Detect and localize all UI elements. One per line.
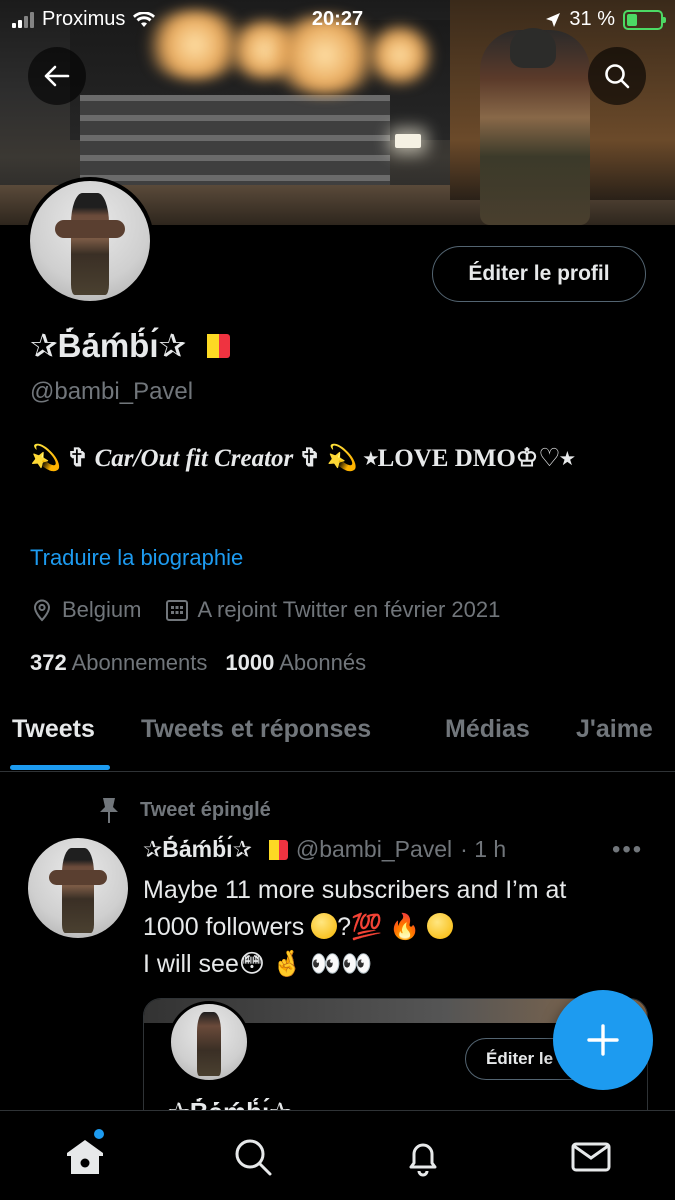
profile-avatar[interactable] <box>26 177 154 305</box>
translate-bio-link[interactable]: Traduire la biographie <box>30 545 243 571</box>
battery-icon <box>623 9 666 30</box>
pin-icon <box>100 798 118 823</box>
compose-tweet-button[interactable] <box>553 990 653 1090</box>
hundred-emoji-icon: 💯 <box>351 913 383 941</box>
home-notification-dot <box>94 1129 104 1139</box>
following-link[interactable]: 372 Abonnements <box>30 650 207 676</box>
flushed-emoji-icon: 😳 <box>238 950 265 978</box>
profile-tabs: Tweets Tweets et réponses Médias J'aime <box>0 700 675 772</box>
tweet-author-name[interactable]: ✰Ḃ́ȧ́ḿḃ́ı́✰ <box>143 836 252 863</box>
tweet-time: · 1 h <box>460 836 507 862</box>
active-tab-indicator <box>10 765 110 770</box>
profile-handle: @bambi_Pavel <box>30 378 194 405</box>
search-icon <box>605 64 630 89</box>
crossed-fingers-emoji-icon: 🤞 <box>271 950 304 978</box>
tab-media[interactable]: Médias <box>445 715 530 744</box>
battery-percent: 31 % <box>569 8 615 30</box>
tweet-more-button[interactable]: ••• <box>612 836 643 864</box>
tweet-author-handle: @bambi_Pavel <box>295 836 453 862</box>
home-icon <box>67 1140 103 1174</box>
location-arrow-icon <box>546 12 561 27</box>
pinned-text: Tweet épinglé <box>140 798 271 821</box>
tweet-line-1: Maybe 11 more subscribers and I’m at <box>143 876 567 904</box>
followers-label: Abonnés <box>279 650 367 675</box>
tweet-line-2-wrap: 1000 followers ?💯 🔥 <box>143 909 643 946</box>
location-text: Belgium <box>62 597 142 622</box>
tab-tweets-replies[interactable]: Tweets et réponses <box>141 715 371 744</box>
arrow-left-icon <box>44 65 70 87</box>
tweet-text: Maybe 11 more subscribers and I’m at 100… <box>143 872 643 983</box>
joined-text: A rejoint Twitter en février 2021 <box>197 597 501 622</box>
nav-search[interactable] <box>231 1135 275 1179</box>
mail-icon <box>571 1142 611 1172</box>
cross-icon: ✞ <box>299 445 321 472</box>
battery-fill <box>627 13 637 26</box>
tweet-line-2: 1000 followers <box>143 913 305 941</box>
bell-icon <box>409 1143 437 1177</box>
back-button[interactable] <box>28 47 86 105</box>
location-pin-icon <box>33 599 51 622</box>
search-button[interactable] <box>588 47 646 105</box>
display-name-text: ✰Ḃ́ȧ́ḿḃ́ı́✰ <box>30 327 187 364</box>
tweet-line-3-wrap: I will see😳 🤞 👀👀 <box>143 946 643 983</box>
tweet-header: ✰Ḃ́ȧ́ḿḃ́ı́✰ @bambi_Pavel · 1 h <box>143 836 506 863</box>
bio-creator-text: Car/Out fit Creator <box>94 445 294 472</box>
profile-bio: 💫 ✞ Car/Out fit Creator ✞ 💫 ⭑LOVE DMO♔♡⭑ <box>30 438 630 480</box>
nav-messages[interactable] <box>569 1135 613 1179</box>
status-bar-right: 31 % <box>545 8 666 31</box>
calendar-icon <box>166 600 189 621</box>
bio-love-text: ⭑LOVE DMO♔♡⭑ <box>364 445 575 472</box>
upside-down-emoji-icon <box>427 913 454 939</box>
tab-tweets[interactable]: Tweets <box>12 715 95 744</box>
tweet-avatar[interactable] <box>28 838 128 938</box>
status-bar: Proximus 20:27 31 % <box>0 0 675 38</box>
tweet-line-3: I will see <box>143 950 239 978</box>
edit-profile-button[interactable]: Éditer le profil <box>432 246 646 302</box>
nav-notifications[interactable] <box>401 1135 445 1179</box>
belgium-flag-icon <box>196 333 231 358</box>
dizzy-icon: 💫 <box>326 445 358 472</box>
eyes-emoji-icon: 👀👀 <box>309 950 373 978</box>
belgium-flag-icon <box>259 839 288 860</box>
smile-emoji-icon <box>311 913 338 939</box>
search-icon <box>235 1139 272 1176</box>
following-label: Abonnements <box>71 650 208 675</box>
follow-stats: 372 Abonnements 1000 Abonnés <box>30 650 366 676</box>
media-avatar <box>168 1001 250 1083</box>
plus-icon <box>587 1024 619 1056</box>
pinned-label: Tweet épinglé <box>96 796 271 824</box>
bottom-navigation <box>0 1110 675 1200</box>
dizzy-icon: 💫 <box>30 445 62 472</box>
fire-emoji-icon: 🔥 <box>389 913 421 941</box>
followers-count: 1000 <box>225 650 275 675</box>
display-name: ✰Ḃ́ȧ́ḿḃ́ı́✰ <box>30 326 231 365</box>
following-count: 372 <box>30 650 67 675</box>
profile-meta: Belgium A rejoint Twitter en février 202… <box>30 597 500 623</box>
cross-icon: ✞ <box>67 445 89 472</box>
followers-link[interactable]: 1000 Abonnés <box>225 650 366 676</box>
nav-home[interactable] <box>63 1135 107 1179</box>
tab-likes[interactable]: J'aime <box>576 715 653 744</box>
